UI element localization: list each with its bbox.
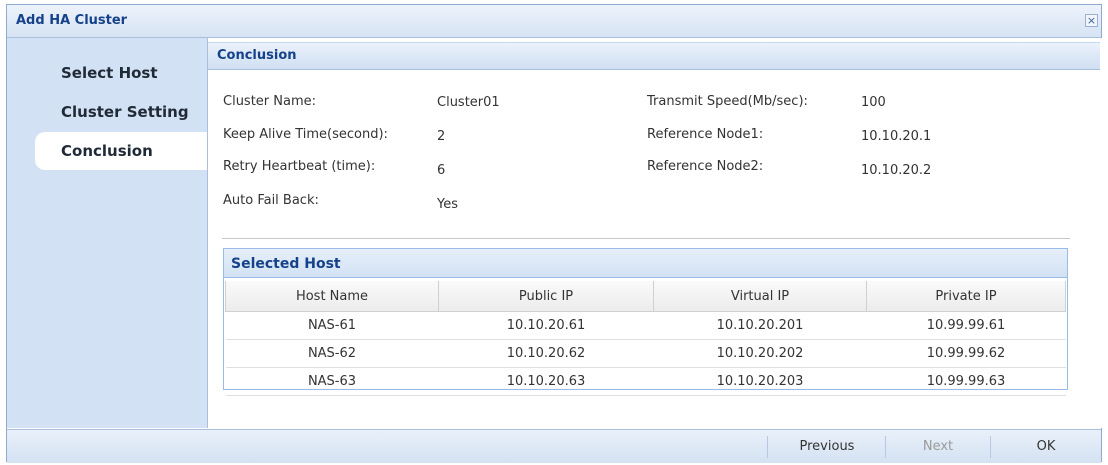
virtual-ip-cell: 10.10.20.201	[653, 311, 867, 340]
keep-alive-label: Keep Alive Time(second):	[223, 127, 388, 142]
conclusion-panel: Conclusion Cluster Name: Cluster01 Keep …	[207, 38, 1102, 428]
footer-separator	[990, 436, 991, 458]
reference-node2-value: 10.10.20.2	[861, 163, 932, 178]
table-header-row: Host Name Public IP Virtual IP Private I…	[225, 281, 1066, 312]
ok-button[interactable]: OK	[992, 430, 1100, 463]
divider	[222, 238, 1070, 239]
footer-separator	[885, 436, 886, 458]
keep-alive-value: 2	[437, 129, 446, 144]
selected-host-header: Selected Host	[224, 249, 1067, 278]
column-header-private-ip[interactable]: Private IP	[866, 281, 1066, 312]
column-header-virtual-ip[interactable]: Virtual IP	[653, 281, 867, 312]
transmit-speed-label: Transmit Speed(Mb/sec):	[647, 94, 808, 109]
public-ip-cell: 10.10.20.63	[438, 367, 654, 396]
transmit-speed-value: 100	[861, 95, 886, 110]
private-ip-cell: 10.99.99.61	[866, 311, 1066, 340]
add-ha-cluster-dialog: Add HA Cluster × Select Host Cluster Set…	[6, 4, 1102, 463]
selected-host-title: Selected Host	[231, 256, 341, 272]
public-ip-cell: 10.10.20.62	[438, 339, 654, 368]
table-row[interactable]: NAS-63 10.10.20.63 10.10.20.203 10.99.99…	[225, 367, 1066, 396]
reference-node1-label: Reference Node1:	[647, 127, 764, 142]
cluster-name-label: Cluster Name:	[223, 94, 317, 109]
table-row[interactable]: NAS-62 10.10.20.62 10.10.20.202 10.99.99…	[225, 339, 1066, 368]
virtual-ip-cell: 10.10.20.203	[653, 367, 867, 396]
reference-node1-value: 10.10.20.1	[861, 129, 932, 144]
footer-separator	[767, 436, 768, 458]
section-header: Conclusion	[208, 42, 1100, 70]
public-ip-cell: 10.10.20.61	[438, 311, 654, 340]
next-button[interactable]: Next	[887, 430, 989, 463]
previous-button[interactable]: Previous	[769, 430, 885, 463]
sidebar-item-select-host[interactable]: Select Host	[35, 54, 207, 92]
host-name-cell: NAS-62	[225, 339, 439, 368]
sidebar-item-conclusion[interactable]: Conclusion	[35, 132, 207, 170]
retry-heartbeat-value: 6	[437, 163, 446, 178]
retry-heartbeat-label: Retry Heartbeat (time):	[223, 159, 376, 174]
column-header-public-ip[interactable]: Public IP	[438, 281, 654, 312]
column-header-host-name[interactable]: Host Name	[225, 281, 439, 312]
selected-host-panel: Selected Host Host Name Public IP Virtua…	[223, 248, 1068, 396]
host-name-cell: NAS-63	[225, 367, 439, 396]
reference-node2-label: Reference Node2:	[647, 159, 764, 174]
virtual-ip-cell: 10.10.20.202	[653, 339, 867, 368]
auto-fail-back-label: Auto Fail Back:	[223, 193, 319, 208]
close-icon[interactable]: ×	[1085, 14, 1098, 27]
dialog-titlebar: Add HA Cluster ×	[7, 5, 1101, 38]
cluster-name-value: Cluster01	[437, 95, 500, 110]
host-name-cell: NAS-61	[225, 311, 439, 340]
auto-fail-back-value: Yes	[437, 197, 458, 212]
table-row[interactable]: NAS-61 10.10.20.61 10.10.20.201 10.99.99…	[225, 311, 1066, 340]
wizard-steps-sidebar: Select Host Cluster Setting Conclusion	[7, 38, 207, 428]
section-title: Conclusion	[217, 48, 297, 63]
dialog-footer: Previous Next OK	[7, 429, 1101, 463]
dialog-title: Add HA Cluster	[16, 13, 128, 28]
private-ip-cell: 10.99.99.62	[866, 339, 1066, 368]
sidebar-item-cluster-setting[interactable]: Cluster Setting	[35, 93, 207, 131]
selected-host-table: Host Name Public IP Virtual IP Private I…	[225, 281, 1066, 396]
private-ip-cell: 10.99.99.63	[866, 367, 1066, 396]
